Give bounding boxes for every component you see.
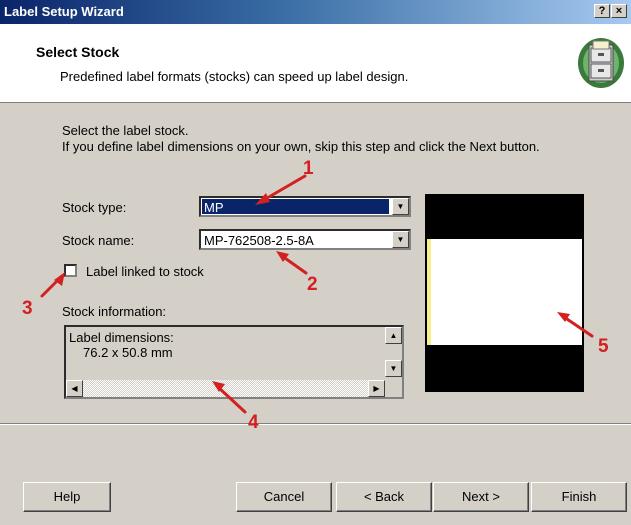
annotation-3: 3	[22, 298, 33, 319]
annotation-1: 1	[303, 158, 314, 179]
annotation-arrows	[40, 174, 594, 414]
annotation-2: 2	[307, 274, 318, 295]
annotation-4: 4	[248, 412, 259, 433]
annotation-5: 5	[598, 336, 609, 357]
